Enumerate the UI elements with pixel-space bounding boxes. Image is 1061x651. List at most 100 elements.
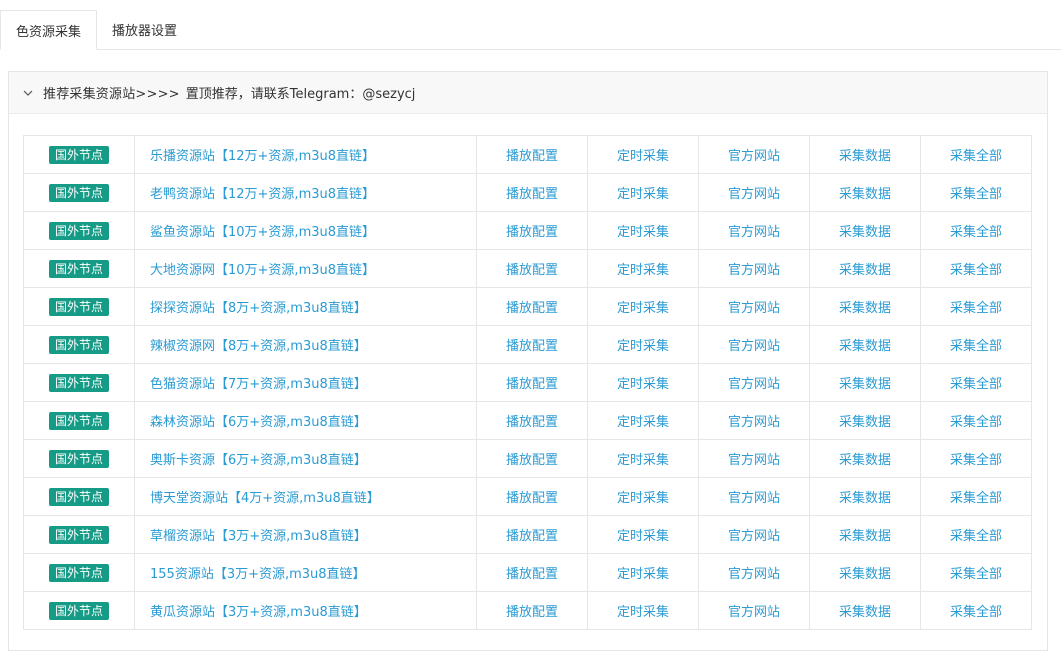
- play-config-link[interactable]: 播放配置: [506, 339, 558, 354]
- resource-name-link[interactable]: 老鸭资源站【12万+资源,m3u8直链】: [150, 187, 375, 202]
- official-site-link[interactable]: 官方网站: [728, 453, 780, 468]
- resource-name-link[interactable]: 乐播资源站【12万+资源,m3u8直链】: [150, 149, 375, 164]
- collect-data-link[interactable]: 采集数据: [839, 377, 891, 392]
- collect-all-link[interactable]: 采集全部: [950, 187, 1002, 202]
- collect-data-link[interactable]: 采集数据: [839, 567, 891, 582]
- schedule-collect-link[interactable]: 定时采集: [617, 453, 669, 468]
- collect-data-link[interactable]: 采集数据: [839, 225, 891, 240]
- official-site-link[interactable]: 官方网站: [728, 301, 780, 316]
- schedule-collect-link[interactable]: 定时采集: [617, 491, 669, 506]
- play-config-link[interactable]: 播放配置: [506, 415, 558, 430]
- resource-name-link[interactable]: 探探资源站【8万+资源,m3u8直链】: [150, 301, 367, 316]
- action-cell: 定时采集: [587, 439, 699, 478]
- resource-name-link[interactable]: 辣椒资源网【8万+资源,m3u8直链】: [150, 339, 367, 354]
- tab-player-settings[interactable]: 播放器设置: [97, 10, 192, 49]
- resource-name-link[interactable]: 黄瓜资源站【3万+资源,m3u8直链】: [150, 605, 367, 620]
- official-site-link[interactable]: 官方网站: [728, 491, 780, 506]
- collect-data-link[interactable]: 采集数据: [839, 339, 891, 354]
- resource-name-link[interactable]: 鲨鱼资源站【10万+资源,m3u8直链】: [150, 225, 375, 240]
- play-config-link[interactable]: 播放配置: [506, 225, 558, 240]
- schedule-collect-link[interactable]: 定时采集: [617, 225, 669, 240]
- schedule-collect-link[interactable]: 定时采集: [617, 529, 669, 544]
- collect-data-link[interactable]: 采集数据: [839, 529, 891, 544]
- collect-all-link[interactable]: 采集全部: [950, 491, 1002, 506]
- play-config-link[interactable]: 播放配置: [506, 187, 558, 202]
- collect-all-link[interactable]: 采集全部: [950, 605, 1002, 620]
- official-site-link[interactable]: 官方网站: [728, 567, 780, 582]
- collect-data-link[interactable]: 采集数据: [839, 453, 891, 468]
- play-config-link[interactable]: 播放配置: [506, 377, 558, 392]
- name-cell: 辣椒资源网【8万+资源,m3u8直链】: [134, 325, 477, 364]
- action-cell: 定时采集: [587, 591, 699, 630]
- node-badge: 国外节点: [48, 183, 109, 202]
- collect-all-link[interactable]: 采集全部: [950, 453, 1002, 468]
- collect-all-link[interactable]: 采集全部: [950, 529, 1002, 544]
- table-row: 国外节点 155资源站【3万+资源,m3u8直链】 播放配置 定时采集 官方网站 采集数据…: [23, 553, 1032, 592]
- official-site-link[interactable]: 官方网站: [728, 225, 780, 240]
- collect-data-link[interactable]: 采集数据: [839, 263, 891, 278]
- schedule-collect-link[interactable]: 定时采集: [617, 339, 669, 354]
- schedule-collect-link[interactable]: 定时采集: [617, 301, 669, 316]
- official-site-link[interactable]: 官方网站: [728, 339, 780, 354]
- collect-all-link[interactable]: 采集全部: [950, 567, 1002, 582]
- collect-all-link[interactable]: 采集全部: [950, 339, 1002, 354]
- collect-all-link[interactable]: 采集全部: [950, 225, 1002, 240]
- table-row: 国外节点 博天堂资源站【4万+资源,m3u8直链】 播放配置 定时采集 官方网站 采集数据…: [23, 477, 1032, 516]
- action-cell: 采集全部: [920, 363, 1032, 402]
- resource-name-link[interactable]: 大地资源网【10万+资源,m3u8直链】: [150, 263, 375, 278]
- official-site-link[interactable]: 官方网站: [728, 187, 780, 202]
- action-cell: 采集全部: [920, 553, 1032, 592]
- schedule-collect-link[interactable]: 定时采集: [617, 187, 669, 202]
- official-site-link[interactable]: 官方网站: [728, 377, 780, 392]
- collect-all-link[interactable]: 采集全部: [950, 377, 1002, 392]
- action-cell: 采集全部: [920, 401, 1032, 440]
- schedule-collect-link[interactable]: 定时采集: [617, 567, 669, 582]
- action-cell: 采集数据: [809, 553, 921, 592]
- collect-all-link[interactable]: 采集全部: [950, 149, 1002, 164]
- official-site-link[interactable]: 官方网站: [728, 149, 780, 164]
- collect-all-link[interactable]: 采集全部: [950, 301, 1002, 316]
- play-config-link[interactable]: 播放配置: [506, 301, 558, 316]
- node-badge: 国外节点: [48, 297, 109, 316]
- collect-data-link[interactable]: 采集数据: [839, 491, 891, 506]
- name-cell: 探探资源站【8万+资源,m3u8直链】: [134, 287, 477, 326]
- play-config-link[interactable]: 播放配置: [506, 529, 558, 544]
- collect-data-link[interactable]: 采集数据: [839, 187, 891, 202]
- action-cell: 播放配置: [476, 553, 588, 592]
- schedule-collect-link[interactable]: 定时采集: [617, 263, 669, 278]
- resource-name-link[interactable]: 博天堂资源站【4万+资源,m3u8直链】: [150, 491, 380, 506]
- action-cell: 播放配置: [476, 287, 588, 326]
- node-badge: 国外节点: [48, 487, 109, 506]
- official-site-link[interactable]: 官方网站: [728, 529, 780, 544]
- collect-data-link[interactable]: 采集数据: [839, 301, 891, 316]
- official-site-link[interactable]: 官方网站: [728, 605, 780, 620]
- collect-data-link[interactable]: 采集数据: [839, 605, 891, 620]
- play-config-link[interactable]: 播放配置: [506, 567, 558, 582]
- collect-data-link[interactable]: 采集数据: [839, 415, 891, 430]
- resource-name-link[interactable]: 草榴资源站【3万+资源,m3u8直链】: [150, 529, 367, 544]
- schedule-collect-link[interactable]: 定时采集: [617, 605, 669, 620]
- resource-name-link[interactable]: 奥斯卡资源【6万+资源,m3u8直链】: [150, 453, 367, 468]
- play-config-link[interactable]: 播放配置: [506, 453, 558, 468]
- schedule-collect-link[interactable]: 定时采集: [617, 415, 669, 430]
- panel-header[interactable]: 推荐采集资源站>>>> 置顶推荐，请联系Telegram：@sezycj: [9, 72, 1047, 114]
- name-cell: 奥斯卡资源【6万+资源,m3u8直链】: [134, 439, 477, 478]
- action-cell: 定时采集: [587, 173, 699, 212]
- play-config-link[interactable]: 播放配置: [506, 605, 558, 620]
- resource-name-link[interactable]: 森林资源站【6万+资源,m3u8直链】: [150, 415, 367, 430]
- play-config-link[interactable]: 播放配置: [506, 149, 558, 164]
- schedule-collect-link[interactable]: 定时采集: [617, 149, 669, 164]
- collect-all-link[interactable]: 采集全部: [950, 415, 1002, 430]
- collect-data-link[interactable]: 采集数据: [839, 149, 891, 164]
- resource-name-link[interactable]: 色猫资源站【7万+资源,m3u8直链】: [150, 377, 367, 392]
- tab-resource-collect[interactable]: 色资源采集: [0, 10, 97, 50]
- schedule-collect-link[interactable]: 定时采集: [617, 377, 669, 392]
- official-site-link[interactable]: 官方网站: [728, 415, 780, 430]
- play-config-link[interactable]: 播放配置: [506, 263, 558, 278]
- action-cell: 播放配置: [476, 515, 588, 554]
- resource-name-link[interactable]: 155资源站【3万+资源,m3u8直链】: [150, 567, 366, 582]
- official-site-link[interactable]: 官方网站: [728, 263, 780, 278]
- collect-all-link[interactable]: 采集全部: [950, 263, 1002, 278]
- action-cell: 采集数据: [809, 211, 921, 250]
- play-config-link[interactable]: 播放配置: [506, 491, 558, 506]
